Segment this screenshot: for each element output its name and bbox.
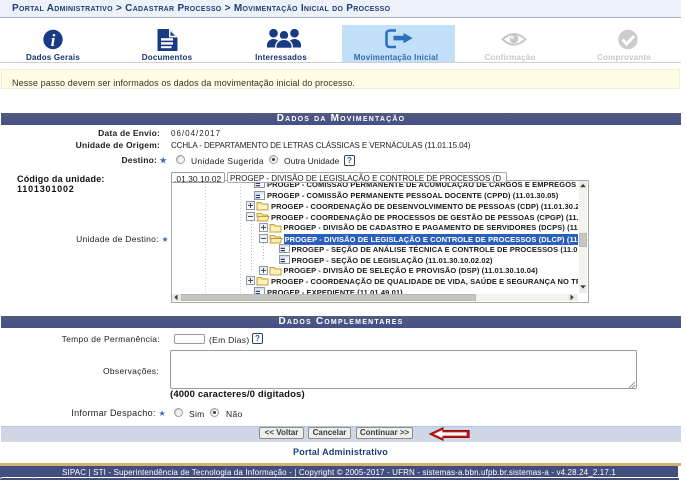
svg-text:i: i [51,31,56,50]
